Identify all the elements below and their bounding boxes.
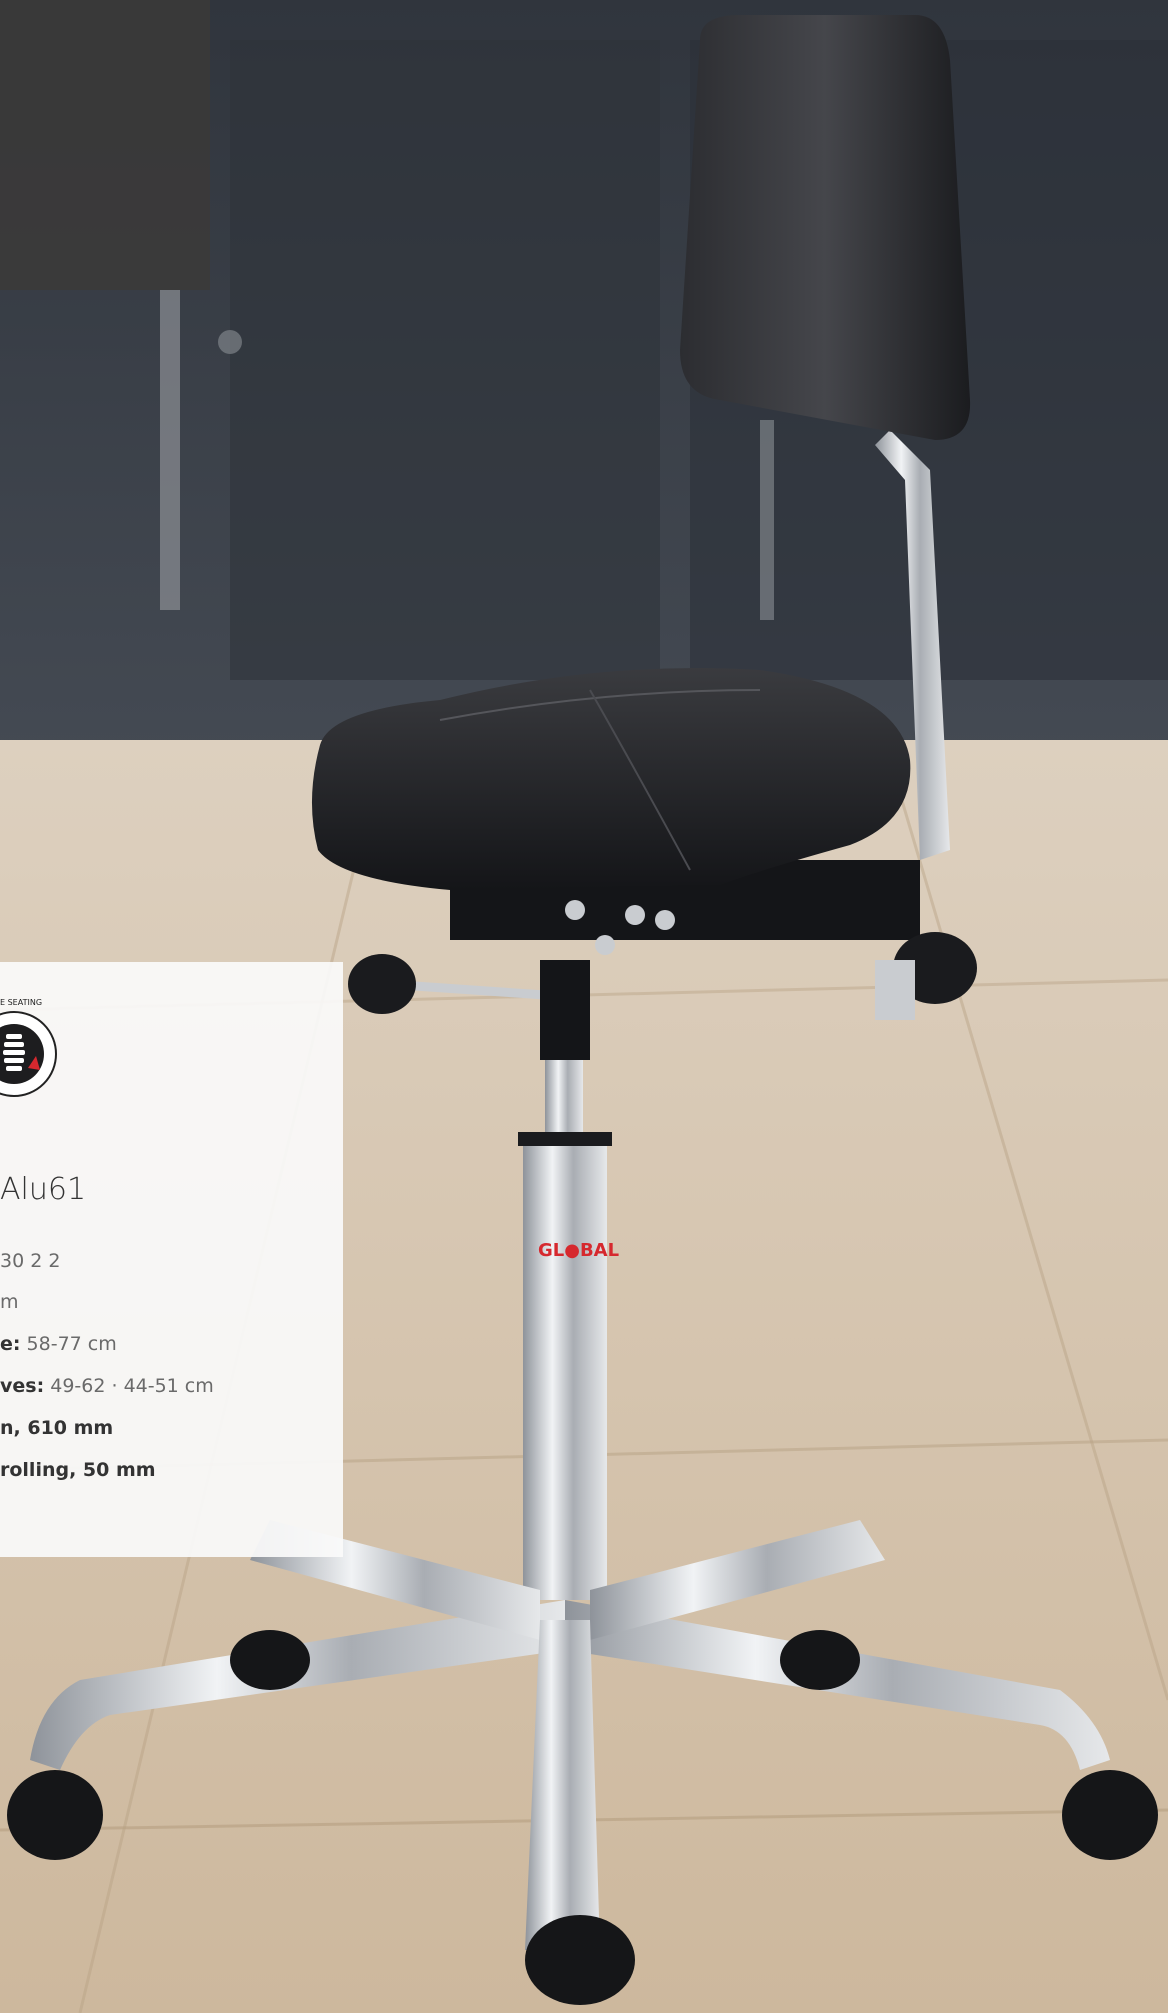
badge-ring-text: E SEATING (0, 998, 43, 1007)
spec-sleeves: ves: 49-62 · 44-51 cm (0, 1375, 214, 1397)
product-model: Alu61 (0, 1172, 87, 1207)
spec-sleeves-label: ves: (0, 1375, 45, 1397)
spec-article-number: 30 2 2 (0, 1250, 61, 1272)
spec-seat-height-value: 58-77 cm (26, 1333, 117, 1355)
spec-gas-lift: n, 610 mm (0, 1417, 114, 1439)
spec-dimension: m (0, 1291, 19, 1313)
spec-castors: rolling, 50 mm (0, 1459, 156, 1481)
spec-sleeves-value: 49-62 · 44-51 cm (50, 1375, 214, 1397)
product-spec-card: E SEATING Alu61 30 2 2 m e: 58-77 cm ves… (0, 962, 343, 1557)
active-seating-badge-icon (0, 1011, 57, 1097)
spec-seat-height-label: e: (0, 1333, 21, 1355)
spec-seat-height: e: 58-77 cm (0, 1333, 117, 1355)
brand-logo: GL●BAL (538, 1240, 619, 1261)
